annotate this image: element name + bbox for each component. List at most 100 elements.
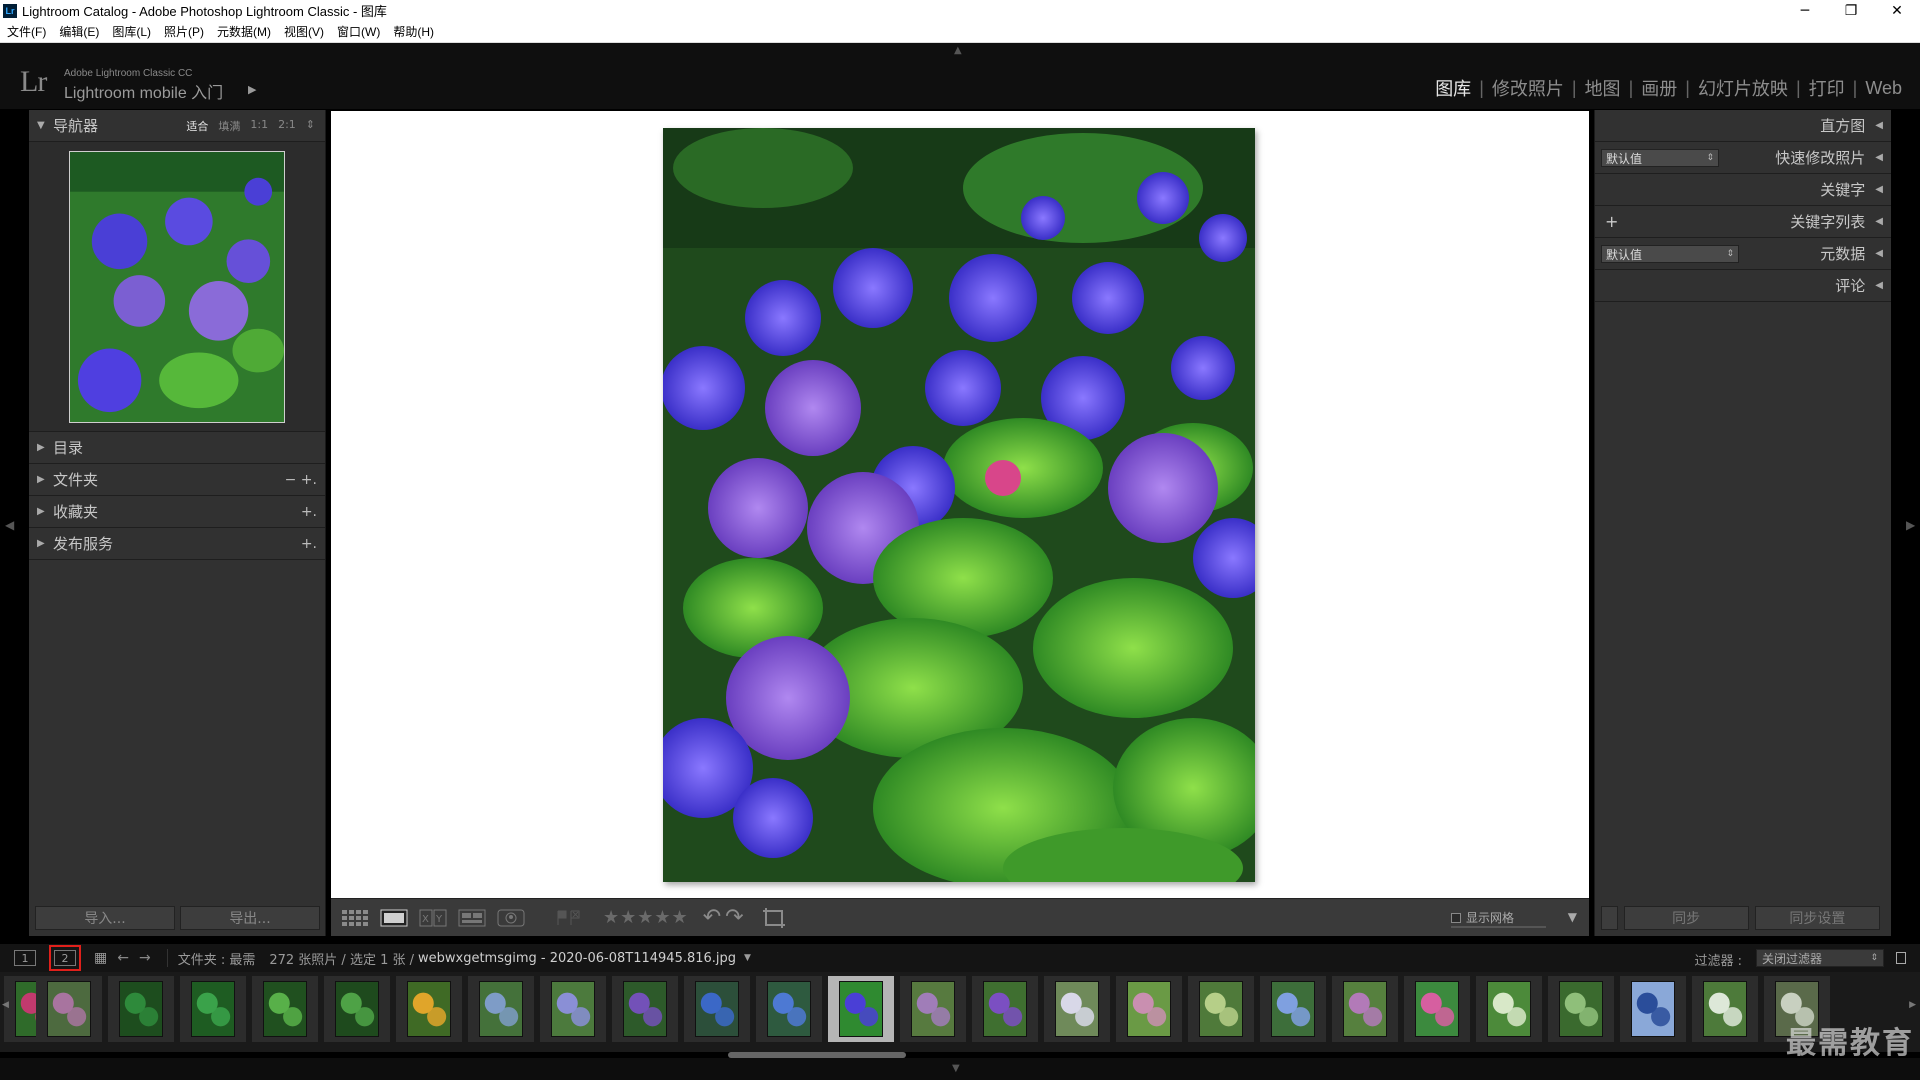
primary-window-button[interactable]: 1 [14, 950, 36, 966]
navigator-preview[interactable] [29, 142, 325, 432]
publish-services-add-button[interactable]: +. [301, 536, 317, 552]
filmstrip-thumbnail[interactable] [756, 976, 822, 1042]
crop-overlay-button[interactable] [758, 907, 790, 929]
sync-button[interactable]: 同步 [1623, 906, 1749, 930]
module-develop[interactable]: 修改照片 [1484, 75, 1572, 101]
secondary-window-button[interactable]: 2 [49, 945, 81, 971]
zoom-2-1[interactable]: 2:1 [278, 118, 296, 134]
filmstrip-thumbnail[interactable] [540, 976, 606, 1042]
sync-settings-button[interactable]: 同步设置 [1754, 906, 1880, 930]
right-panel-toggle-icon[interactable]: ▶ [1906, 518, 1915, 532]
menu-window[interactable]: 窗口(W) [337, 23, 380, 40]
filmstrip-scroll-right-icon[interactable]: ▶ [1909, 1000, 1916, 1010]
navigator-header[interactable]: ▼ 导航器 适合 填满 1:1 2:1 ⇕ [29, 110, 325, 142]
filmstrip-thumbnail[interactable] [972, 976, 1038, 1042]
folders-add-remove-button[interactable]: − +. [285, 472, 317, 488]
add-keyword-button[interactable]: + [1605, 212, 1618, 231]
quick-develop-preset-select[interactable]: 默认值 ⇕ [1601, 149, 1719, 167]
module-book[interactable]: 画册 [1633, 75, 1685, 101]
catalog-header[interactable]: ▶ 目录 [29, 432, 325, 464]
metadata-header[interactable]: 默认值 ⇕ 元数据 ◀ [1595, 238, 1891, 270]
lightroom-mobile-link[interactable]: Lightroom mobile 入门 [64, 79, 223, 103]
filmstrip-thumbnail[interactable] [900, 976, 966, 1042]
filmstrip-thumbnail[interactable] [108, 976, 174, 1042]
zoom-more-icon[interactable]: ⇕ [306, 118, 315, 134]
module-map[interactable]: 地图 [1577, 75, 1629, 101]
module-slideshow[interactable]: 幻灯片放映 [1690, 75, 1796, 101]
filmstrip-thumbnail[interactable] [1476, 976, 1542, 1042]
compare-view-button[interactable]: XY [417, 907, 449, 929]
filmstrip-thumbnail[interactable] [1404, 976, 1470, 1042]
rotate-left-icon[interactable]: ↶ [703, 905, 721, 930]
bottom-panel-toggle-icon[interactable]: ▼ [952, 1063, 960, 1074]
grid-icon[interactable]: ▦ [94, 950, 107, 966]
menu-help[interactable]: 帮助(H) [393, 23, 434, 40]
module-library[interactable]: 图库 [1427, 75, 1479, 101]
collections-header[interactable]: ▶ 收藏夹 +. [29, 496, 325, 528]
flag-pick-button[interactable] [552, 907, 584, 929]
module-web[interactable]: Web [1857, 78, 1910, 99]
menu-photo[interactable]: 照片(P) [164, 23, 204, 40]
filmstrip-thumbnail[interactable] [828, 976, 894, 1042]
publish-services-header[interactable]: ▶ 发布服务 +. [29, 528, 325, 560]
survey-view-button[interactable] [456, 907, 488, 929]
export-button[interactable]: 导出... [180, 906, 320, 930]
play-arrow-icon[interactable]: ▶ [248, 83, 256, 96]
close-button[interactable]: ✕ [1874, 0, 1920, 21]
filmstrip-thumbnail[interactable] [1260, 976, 1326, 1042]
filmstrip-thumbnail[interactable] [1044, 976, 1110, 1042]
left-panel-toggle-icon[interactable]: ◀ [5, 518, 14, 532]
star-rating[interactable]: ★★★★★ [603, 907, 689, 928]
keyword-list-header[interactable]: + 关键字列表 ◀ [1595, 206, 1891, 238]
metadata-preset-select[interactable]: 默认值 ⇕ [1601, 245, 1739, 263]
top-panel-toggle-icon[interactable]: ▲ [954, 45, 962, 56]
menu-library[interactable]: 图库(L) [112, 23, 151, 40]
filmstrip-thumbnail[interactable] [468, 976, 534, 1042]
filter-lock-icon[interactable] [1896, 952, 1906, 964]
show-grid-toggle[interactable]: 显示网格 [1451, 909, 1546, 928]
filmstrip-source[interactable]: 文件夹 : 最需 [178, 949, 256, 968]
loupe-view[interactable] [331, 111, 1589, 898]
zoom-fit[interactable]: 适合 [186, 118, 208, 134]
restore-button[interactable]: ❐ [1828, 0, 1874, 21]
menu-edit[interactable]: 编辑(E) [59, 23, 99, 40]
quick-develop-header[interactable]: 默认值 ⇕ 快速修改照片 ◀ [1595, 142, 1891, 174]
filmstrip-thumbnail[interactable] [612, 976, 678, 1042]
folders-header[interactable]: ▶ 文件夹 − +. [29, 464, 325, 496]
comments-header[interactable]: 评论 ◀ [1595, 270, 1891, 302]
grid-size-slider[interactable] [1451, 926, 1546, 928]
selected-filename[interactable]: webwxgetmsgimg - 2020-06-08T114945.816.j… [418, 951, 736, 966]
auto-sync-switch[interactable] [1601, 906, 1618, 930]
filmstrip-thumbnail[interactable] [1116, 976, 1182, 1042]
collections-add-button[interactable]: +. [301, 504, 317, 520]
filmstrip-scroll-left-icon[interactable]: ◀ [2, 1000, 9, 1010]
keywording-header[interactable]: 关键字 ◀ [1595, 174, 1891, 206]
filmstrip-thumbnail[interactable] [1620, 976, 1686, 1042]
filmstrip-thumbnail[interactable] [180, 976, 246, 1042]
loupe-view-button[interactable] [378, 907, 410, 929]
filmstrip-thumbnail[interactable] [1548, 976, 1614, 1042]
filmstrip-thumbnail[interactable] [1692, 976, 1758, 1042]
menu-metadata[interactable]: 元数据(M) [217, 23, 271, 40]
zoom-fill[interactable]: 填满 [218, 118, 240, 134]
show-grid-checkbox[interactable] [1451, 912, 1461, 923]
filmstrip-thumbnail[interactable] [1332, 976, 1398, 1042]
grid-view-button[interactable] [339, 907, 371, 929]
filmstrip-thumbnail[interactable] [252, 976, 318, 1042]
people-view-button[interactable] [495, 907, 527, 929]
filmstrip-thumbnail[interactable] [324, 976, 390, 1042]
filmstrip-thumbnail[interactable] [36, 976, 102, 1042]
toolbar-options-dropdown-icon[interactable]: ▼ [1568, 910, 1577, 924]
import-button[interactable]: 导入... [35, 906, 175, 930]
filmstrip-thumbnail[interactable] [1188, 976, 1254, 1042]
histogram-header[interactable]: 直方图 ◀ [1595, 110, 1891, 142]
zoom-1-1[interactable]: 1:1 [250, 118, 268, 134]
menu-view[interactable]: 视图(V) [284, 23, 324, 40]
filename-dropdown-icon[interactable]: ▼ [744, 953, 751, 963]
minimize-button[interactable]: ─ [1782, 0, 1828, 21]
navigator-thumbnail[interactable] [69, 150, 285, 423]
main-photo[interactable] [663, 128, 1255, 882]
forward-arrow-icon[interactable]: → [139, 950, 151, 966]
filter-select[interactable]: 关闭过滤器 ⇕ [1756, 949, 1884, 967]
filmstrip-thumbnail[interactable] [684, 976, 750, 1042]
